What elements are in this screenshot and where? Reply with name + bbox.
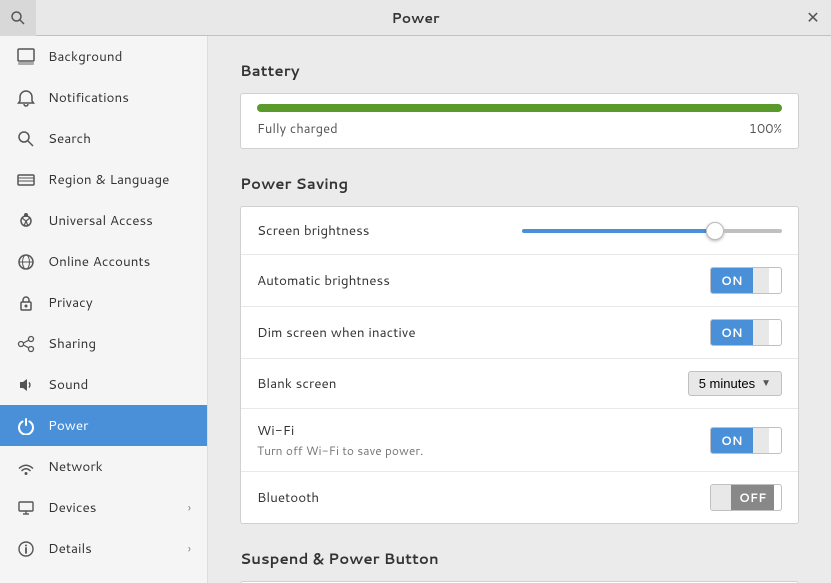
toggle-on-label[interactable]: ON xyxy=(711,268,753,293)
screen-brightness-label: Screen brightness xyxy=(257,221,522,240)
battery-bar-container xyxy=(257,104,782,112)
battery-section-title: Battery xyxy=(240,60,799,81)
content-area: Battery Fully charged 100% Power Saving … xyxy=(208,36,831,583)
sidebar-item-power[interactable]: Power xyxy=(0,405,207,446)
sidebar-label-devices: Devices xyxy=(48,498,96,517)
slider-thumb[interactable] xyxy=(706,222,724,240)
sidebar-label-online-accounts: Online Accounts xyxy=(48,252,150,271)
automatic-brightness-toggle[interactable]: ON xyxy=(710,267,782,294)
blank-screen-dropdown[interactable]: 5 minutes ▼ xyxy=(688,371,782,396)
universal-access-icon xyxy=(16,211,36,231)
sidebar-label-privacy: Privacy xyxy=(48,293,93,312)
blank-screen-label: Blank screen xyxy=(257,374,688,393)
wifi-toggle-off[interactable] xyxy=(753,428,769,453)
devices-icon xyxy=(16,498,36,518)
battery-percent-label: 100% xyxy=(749,120,782,138)
notifications-icon xyxy=(16,88,36,108)
sidebar-label-background: Background xyxy=(48,47,122,66)
devices-arrow-icon: › xyxy=(188,499,191,516)
automatic-brightness-label: Automatic brightness xyxy=(257,271,710,290)
search-button[interactable] xyxy=(0,0,36,36)
dim-toggle-off[interactable] xyxy=(753,320,769,345)
wifi-toggle[interactable]: ON xyxy=(710,427,782,454)
sound-icon xyxy=(16,375,36,395)
region-language-icon xyxy=(16,170,36,190)
blank-screen-row: Blank screen 5 minutes ▼ xyxy=(241,359,798,409)
wifi-sublabel: Turn off Wi-Fi to save power. xyxy=(257,442,710,459)
window-title: Power xyxy=(36,8,795,28)
sidebar-label-notifications: Notifications xyxy=(48,88,129,107)
power-saving-card: Screen brightness Automatic brightness O… xyxy=(240,206,799,524)
sidebar-item-devices[interactable]: Devices › xyxy=(0,487,207,528)
sidebar-item-details[interactable]: Details › xyxy=(0,528,207,569)
toggle-off-label[interactable] xyxy=(753,268,769,293)
power-saving-title: Power Saving xyxy=(240,173,799,194)
bluetooth-row: Bluetooth OFF xyxy=(241,472,798,523)
sidebar-label-universal-access: Universal Access xyxy=(48,211,153,230)
titlebar: Power ✕ xyxy=(0,0,831,36)
battery-status-label: Fully charged xyxy=(257,120,338,138)
sidebar-item-search[interactable]: Search xyxy=(0,118,207,159)
dim-toggle-on[interactable]: ON xyxy=(711,320,753,345)
sidebar-item-universal-access[interactable]: Universal Access xyxy=(0,200,207,241)
dropdown-arrow-icon: ▼ xyxy=(761,378,771,389)
bluetooth-toggle-off-active[interactable]: OFF xyxy=(731,485,774,510)
sidebar-item-network[interactable]: Network xyxy=(0,446,207,487)
bluetooth-toggle[interactable]: OFF xyxy=(710,484,782,511)
power-icon xyxy=(16,416,36,436)
screen-brightness-row: Screen brightness xyxy=(241,207,798,255)
brightness-slider[interactable] xyxy=(522,222,782,240)
online-accounts-icon xyxy=(16,252,36,272)
suspend-section-title: Suspend & Power Button xyxy=(240,548,799,569)
battery-bar-fill xyxy=(257,104,782,112)
battery-info: Fully charged 100% xyxy=(257,120,782,138)
main-layout: Background Notifications Search Region &… xyxy=(0,36,831,583)
network-icon xyxy=(16,457,36,477)
sidebar-label-region-language: Region & Language xyxy=(48,170,169,189)
details-icon xyxy=(16,539,36,559)
automatic-brightness-row: Automatic brightness ON xyxy=(241,255,798,307)
background-icon xyxy=(16,47,36,67)
sidebar-item-background[interactable]: Background xyxy=(0,36,207,77)
bluetooth-label: Bluetooth xyxy=(257,488,710,507)
sidebar-item-sound[interactable]: Sound xyxy=(0,364,207,405)
search-icon xyxy=(10,10,26,26)
sidebar: Background Notifications Search Region &… xyxy=(0,36,208,583)
sidebar-label-power: Power xyxy=(48,416,88,435)
dim-screen-row: Dim screen when inactive ON xyxy=(241,307,798,359)
sidebar-label-sound: Sound xyxy=(48,375,88,394)
privacy-icon xyxy=(16,293,36,313)
sidebar-label-sharing: Sharing xyxy=(48,334,96,353)
sidebar-item-region-language[interactable]: Region & Language xyxy=(0,159,207,200)
sidebar-item-privacy[interactable]: Privacy xyxy=(0,282,207,323)
sidebar-label-details: Details xyxy=(48,539,92,558)
wifi-toggle-on[interactable]: ON xyxy=(711,428,753,453)
search-sidebar-icon xyxy=(16,129,36,149)
sidebar-item-notifications[interactable]: Notifications xyxy=(0,77,207,118)
battery-card: Fully charged 100% xyxy=(240,93,799,149)
slider-filled xyxy=(522,229,706,233)
dim-screen-label: Dim screen when inactive xyxy=(257,323,710,342)
slider-unfilled xyxy=(724,229,782,233)
sidebar-label-network: Network xyxy=(48,457,103,476)
bluetooth-toggle-on-side[interactable] xyxy=(711,485,731,510)
sidebar-item-sharing[interactable]: Sharing xyxy=(0,323,207,364)
dim-screen-toggle[interactable]: ON xyxy=(710,319,782,346)
blank-screen-value: 5 minutes xyxy=(699,376,755,391)
sidebar-label-search: Search xyxy=(48,129,91,148)
wifi-row: Wi-Fi Turn off Wi-Fi to save power. ON xyxy=(241,409,798,472)
close-button[interactable]: ✕ xyxy=(795,0,831,36)
details-arrow-icon: › xyxy=(188,540,191,557)
sharing-icon xyxy=(16,334,36,354)
wifi-label: Wi-Fi xyxy=(257,421,710,440)
wifi-label-stack: Wi-Fi Turn off Wi-Fi to save power. xyxy=(257,421,710,459)
sidebar-item-online-accounts[interactable]: Online Accounts xyxy=(0,241,207,282)
